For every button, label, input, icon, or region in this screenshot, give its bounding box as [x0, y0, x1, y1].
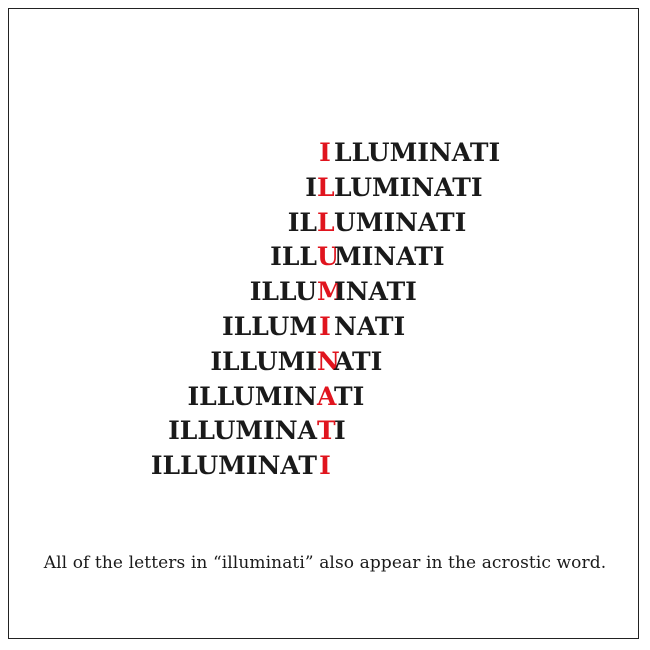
acrostic-row-before: ILLUMINA — [168, 416, 317, 446]
acrostic-row-before: IL — [287, 207, 317, 237]
acrostic-row-before: ILLU — [249, 277, 317, 307]
acrostic-row-before: ILLUMIN — [187, 381, 317, 411]
figure-caption: All of the letters in “illuminati” also … — [43, 553, 607, 573]
acrostic-highlight-letter: T — [317, 416, 336, 446]
acrostic-row-before: I — [305, 172, 317, 202]
acrostic-row-after: LUMINATI — [334, 172, 483, 202]
acrostic-highlight-letter: I — [319, 138, 331, 167]
acrostic-row-before: ILLUMI — [210, 346, 317, 376]
acrostic-highlight-letter: I — [319, 451, 331, 481]
acrostic-highlight-letter: L — [317, 207, 335, 237]
acrostic-highlight-letter: N — [317, 346, 340, 376]
acrostic-row-after: INATI — [334, 277, 417, 307]
acrostic-row-after: LLUMINATI — [334, 138, 501, 167]
acrostic-highlight-letter: L — [317, 172, 335, 202]
acrostic-row-after: ATI — [334, 346, 383, 376]
acrostic-highlight-letter: A — [317, 381, 337, 411]
acrostic-row-before: ILLUM — [222, 312, 317, 341]
acrostic-row-after: UMINATI — [334, 207, 467, 237]
acrostic-row-after: NATI — [334, 312, 406, 341]
acrostic-highlight-letter: U — [317, 242, 339, 272]
acrostic-highlight-letter: I — [319, 312, 331, 341]
acrostic-row-before: ILL — [270, 242, 317, 272]
acrostic-row-before: ILLUMINAT — [150, 451, 317, 481]
acrostic-highlight-letter: M — [317, 277, 345, 307]
acrostic-row-after: MINATI — [334, 242, 445, 272]
acrostic-row-after: I — [334, 416, 346, 446]
acrostic-row-after: TI — [334, 381, 365, 411]
